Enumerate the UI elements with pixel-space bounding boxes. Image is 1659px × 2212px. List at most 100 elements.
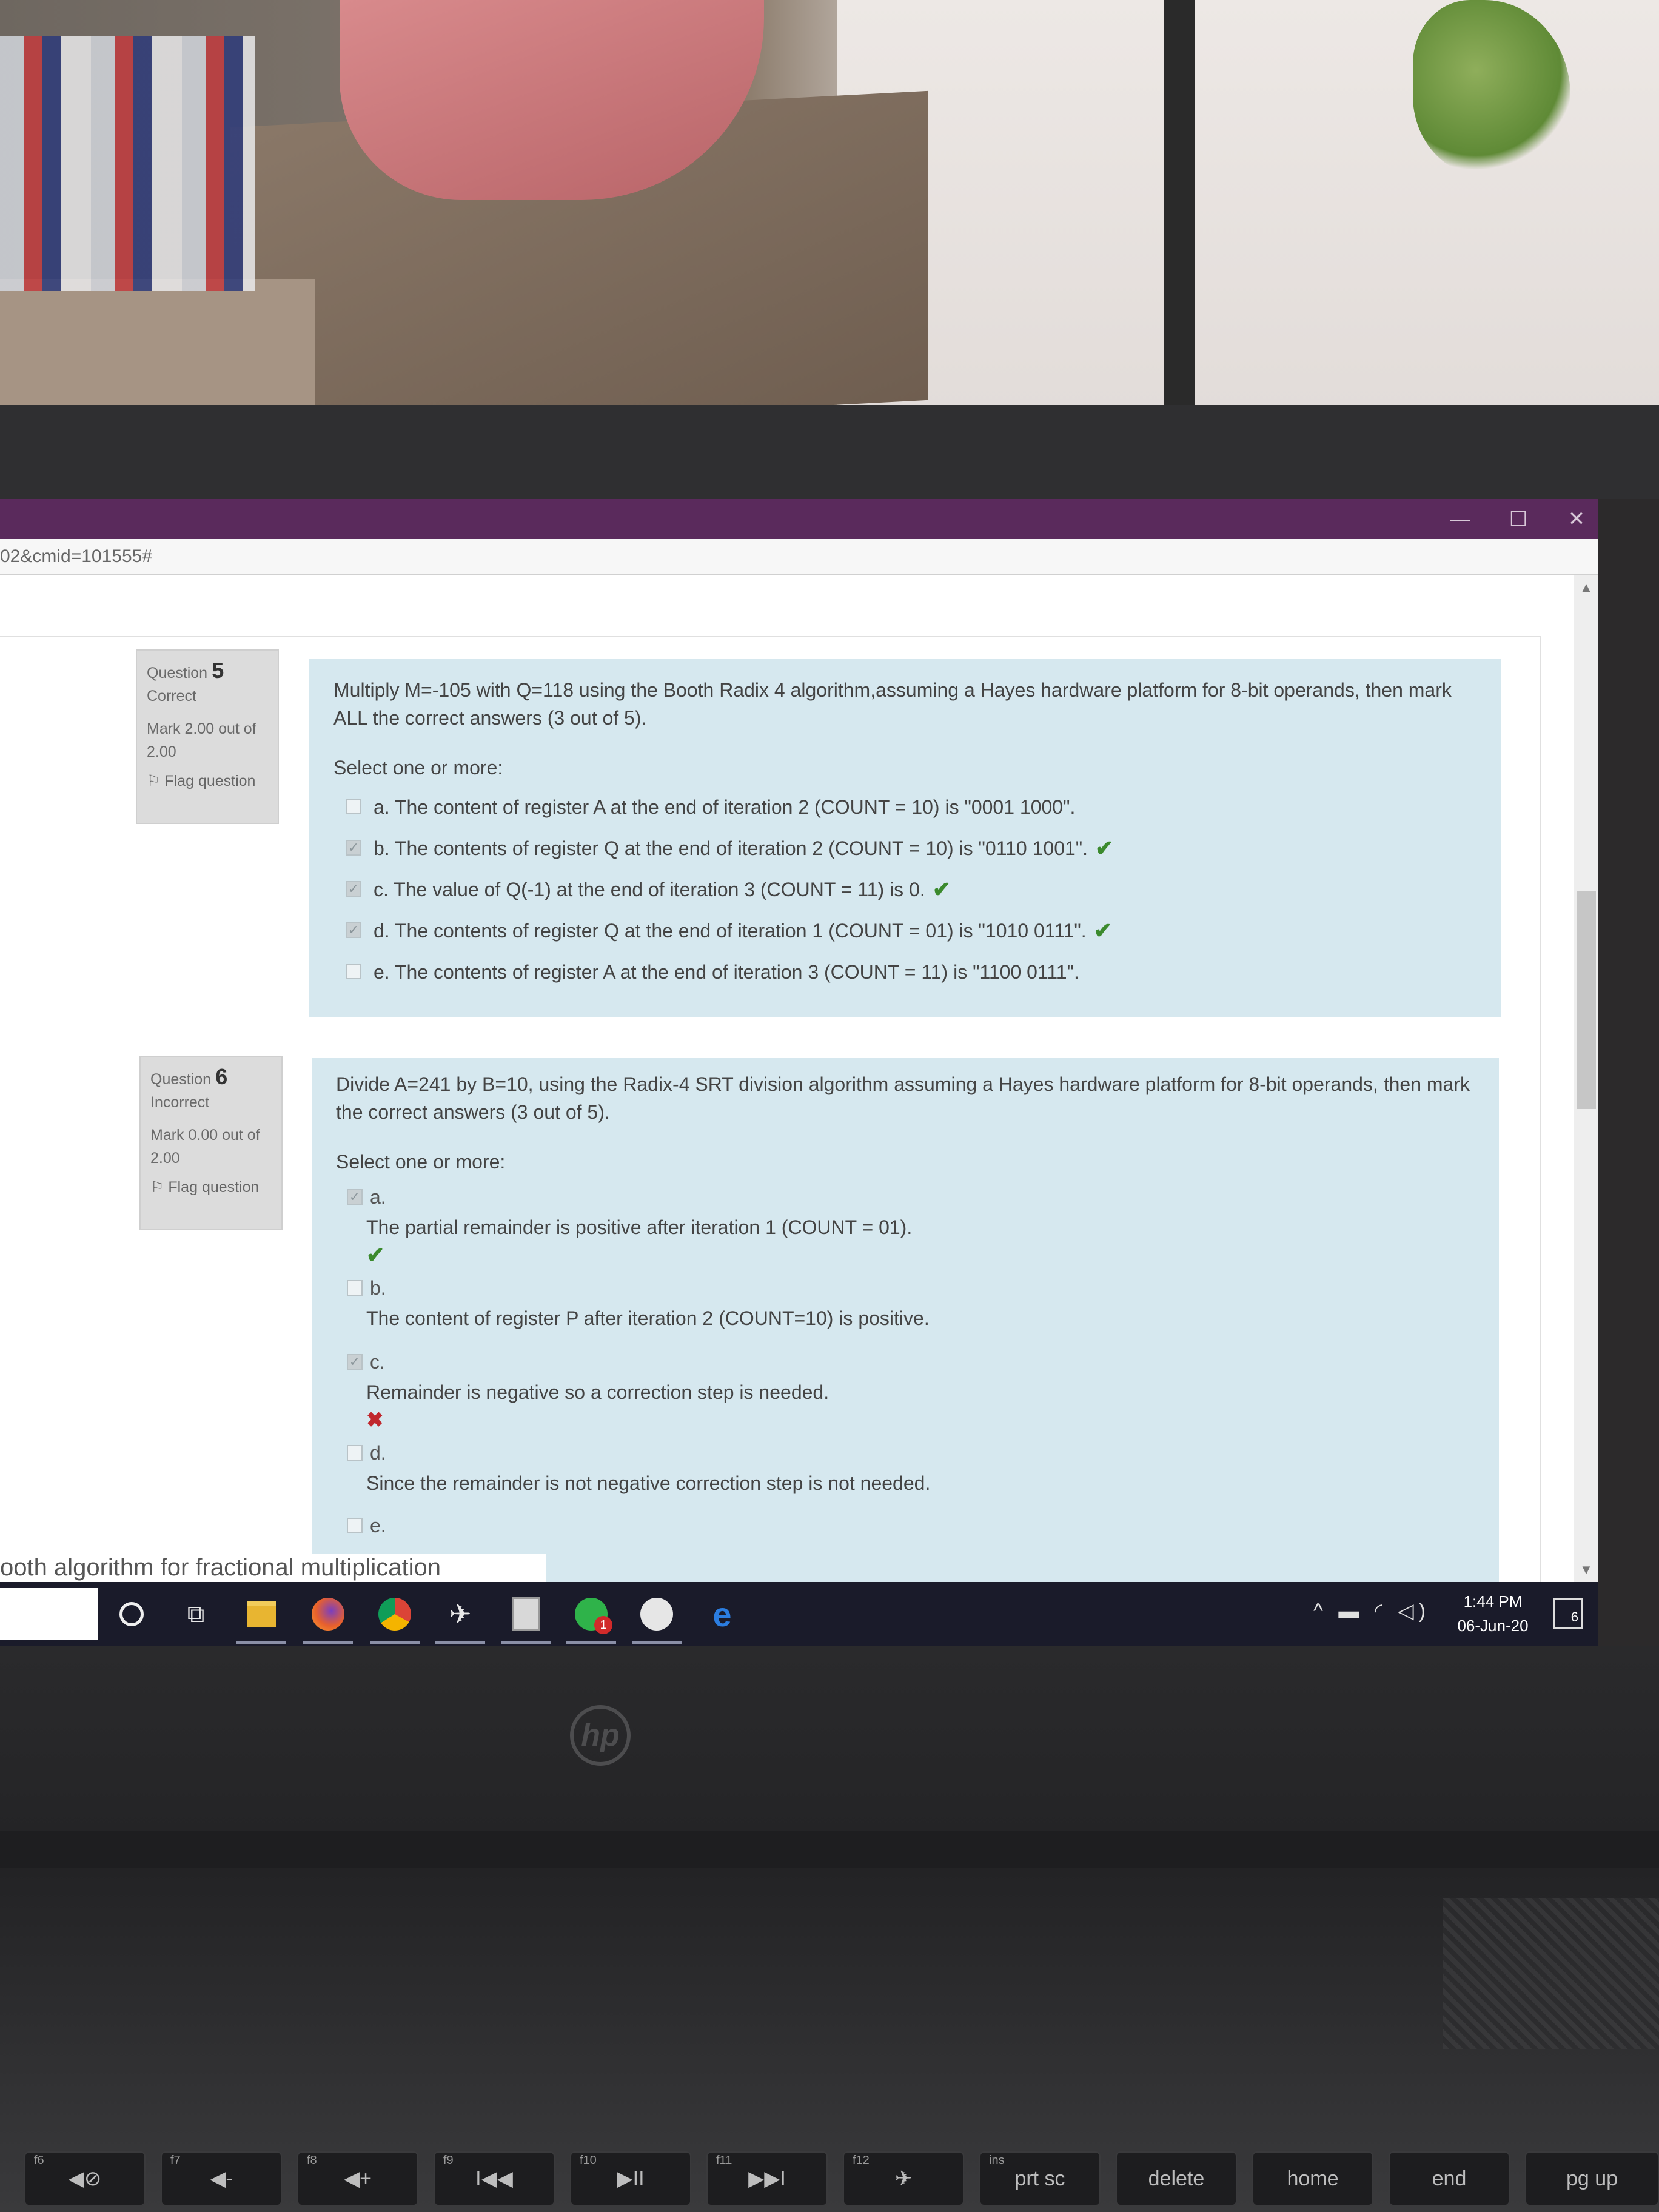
option-text: d. The contents of register Q at the end… <box>374 920 1087 942</box>
cortana-icon[interactable] <box>113 1595 150 1633</box>
question-formulation-5: Multiply M=-105 with Q=118 using the Boo… <box>309 659 1501 1017</box>
background-scene <box>0 0 1659 437</box>
scroll-down-icon[interactable]: ▼ <box>1574 1558 1598 1582</box>
option-checkbox[interactable] <box>347 1280 363 1296</box>
question-info-5: Question 5 Correct Mark 2.00 out of 2.00… <box>136 649 279 824</box>
volume-icon[interactable]: ◁) <box>1398 1600 1430 1623</box>
maximize-button[interactable]: ☐ <box>1500 505 1537 533</box>
clock-date: 06-Jun-20 <box>1457 1617 1529 1635</box>
address-bar[interactable]: 02&cmid=101555# <box>0 539 1598 575</box>
tray-icons[interactable]: ^ ▬ ◜ ◁) <box>1313 1599 1430 1623</box>
option-letter: b. <box>370 1277 386 1299</box>
scroll-up-icon[interactable]: ▲ <box>1574 575 1598 600</box>
speaker-grille <box>1443 1898 1659 2049</box>
flag-icon: ⚐ <box>150 1179 169 1196</box>
answer-option-b[interactable]: b. The content of register P after itera… <box>336 1272 1475 1332</box>
task-view-icon[interactable]: ⧉ <box>177 1595 215 1633</box>
key-prt-sc[interactable]: ins prt sc <box>979 2151 1101 2206</box>
correct-tick-icon: ✔ <box>932 877 951 902</box>
scroll-thumb[interactable] <box>1577 891 1596 1109</box>
steam-icon[interactable]: ✈ <box>435 1595 485 1644</box>
key-f9[interactable]: f9 I◀◀ <box>434 2151 555 2206</box>
key-f6[interactable]: f6 ◀⊘ <box>24 2151 146 2206</box>
minimize-button[interactable]: — <box>1442 505 1478 533</box>
chrome-icon[interactable] <box>370 1595 420 1644</box>
whatsapp-icon[interactable]: 1 <box>566 1595 616 1644</box>
wifi-icon[interactable]: ◜ <box>1375 1600 1387 1623</box>
pens <box>0 36 255 291</box>
key-f8[interactable]: f8 ◀+ <box>297 2151 418 2206</box>
window-frame <box>1164 0 1195 418</box>
answer-option-e[interactable]: e. The contents of register A at the end… <box>333 951 1477 993</box>
option-letter: d. <box>370 1442 386 1464</box>
select-prompt: Select one or more: <box>333 757 503 779</box>
taskbar-clock[interactable]: 1:44 PM 06-Jun-20 <box>1450 1589 1535 1638</box>
bottom-link-text[interactable]: ooth algorithm for fractional multiplica… <box>0 1554 546 1582</box>
key-f10[interactable]: f10 ▶II <box>570 2151 691 2206</box>
taskbar-search-box[interactable] <box>0 1588 98 1640</box>
pen-holder <box>0 279 315 418</box>
key-pg-up[interactable]: pg up <box>1525 2151 1659 2206</box>
key-f7[interactable]: f7 ◀- <box>161 2151 282 2206</box>
edge-icon[interactable]: e <box>703 1595 741 1634</box>
question-mark: Mark 0.00 out of 2.00 <box>150 1127 260 1167</box>
question-formulation-6: Divide A=241 by B=10, using the Radix-4 … <box>312 1058 1499 1582</box>
option-letter: a. <box>370 1186 386 1208</box>
firefox-icon[interactable] <box>303 1595 353 1644</box>
question-info-6: Question 6 Incorrect Mark 0.00 out of 2.… <box>139 1056 283 1230</box>
notification-count: 6 <box>1570 1609 1578 1624</box>
option-checkbox[interactable]: ✓ <box>347 1189 363 1205</box>
correct-tick-icon: ✔ <box>1095 836 1114 860</box>
option-checkbox[interactable]: ✓ <box>346 881 361 897</box>
option-checkbox[interactable] <box>346 799 361 814</box>
option-text: e. The contents of register A at the end… <box>374 961 1079 983</box>
flag-icon: ⚐ <box>147 773 165 789</box>
answer-option-a[interactable]: ✓ a. The partial remainder is positive a… <box>336 1181 1475 1272</box>
flag-question-link[interactable]: ⚐ Flag question <box>147 769 268 793</box>
chevron-up-icon[interactable]: ^ <box>1313 1600 1328 1623</box>
answer-option-d[interactable]: ✓ d. The contents of register Q at the e… <box>333 910 1477 951</box>
option-text: b. The contents of register Q at the end… <box>374 837 1088 859</box>
battery-icon[interactable]: ▬ <box>1338 1600 1364 1623</box>
whatsapp-badge: 1 <box>594 1616 612 1634</box>
hinge <box>0 1831 1659 1868</box>
option-checkbox[interactable] <box>346 964 361 979</box>
option-letter: e. <box>370 1515 386 1537</box>
browser-titlebar: — ☐ ✕ <box>0 499 1598 539</box>
answer-option-b[interactable]: ✓ b. The contents of register Q at the e… <box>333 828 1477 869</box>
answer-option-e[interactable]: e. <box>336 1509 1475 1542</box>
notification-center-icon[interactable]: 6 <box>1553 1598 1583 1629</box>
option-text: The content of register P after iteratio… <box>366 1307 930 1329</box>
url-text: 02&cmid=101555# <box>0 546 153 566</box>
question-state: Correct <box>147 688 196 705</box>
answer-option-a[interactable]: a. The content of register A at the end … <box>333 786 1477 828</box>
question-text: Multiply M=-105 with Q=118 using the Boo… <box>333 679 1452 729</box>
key-delete[interactable]: delete <box>1116 2151 1237 2206</box>
question-number: 5 <box>212 658 224 683</box>
key-f12[interactable]: f12 ✈ <box>843 2151 964 2206</box>
laptop-bezel <box>0 405 1659 499</box>
page-scrollbar[interactable]: ▲ ▼ <box>1574 575 1598 1582</box>
correct-tick-icon: ✔ <box>1093 918 1112 943</box>
option-checkbox[interactable] <box>347 1518 363 1533</box>
answer-option-c[interactable]: ✓ c. Remainder is negative so a correcti… <box>336 1346 1475 1436</box>
key-end[interactable]: end <box>1389 2151 1510 2206</box>
app-icon[interactable] <box>632 1595 682 1644</box>
question-label: Question <box>147 665 208 682</box>
quiz-content: Question 5 Correct Mark 2.00 out of 2.00… <box>0 636 1541 1582</box>
flag-question-link[interactable]: ⚐ Flag question <box>150 1176 272 1199</box>
key-f11[interactable]: f11 ▶▶I <box>706 2151 828 2206</box>
option-checkbox[interactable]: ✓ <box>346 840 361 856</box>
option-letter: c. <box>370 1351 385 1373</box>
key-home[interactable]: home <box>1252 2151 1373 2206</box>
incorrect-cross-icon: ✖ <box>366 1409 384 1432</box>
answer-option-c[interactable]: ✓ c. The value of Q(-1) at the end of it… <box>333 869 1477 910</box>
file-explorer-icon[interactable] <box>236 1595 286 1644</box>
option-checkbox[interactable]: ✓ <box>347 1354 363 1370</box>
option-checkbox[interactable]: ✓ <box>346 922 361 938</box>
option-checkbox[interactable] <box>347 1445 363 1461</box>
answer-option-d[interactable]: d. Since the remainder is not negative c… <box>336 1436 1475 1497</box>
close-button[interactable]: ✕ <box>1558 505 1595 533</box>
question-label: Question <box>150 1071 212 1088</box>
calculator-icon[interactable] <box>501 1595 551 1644</box>
